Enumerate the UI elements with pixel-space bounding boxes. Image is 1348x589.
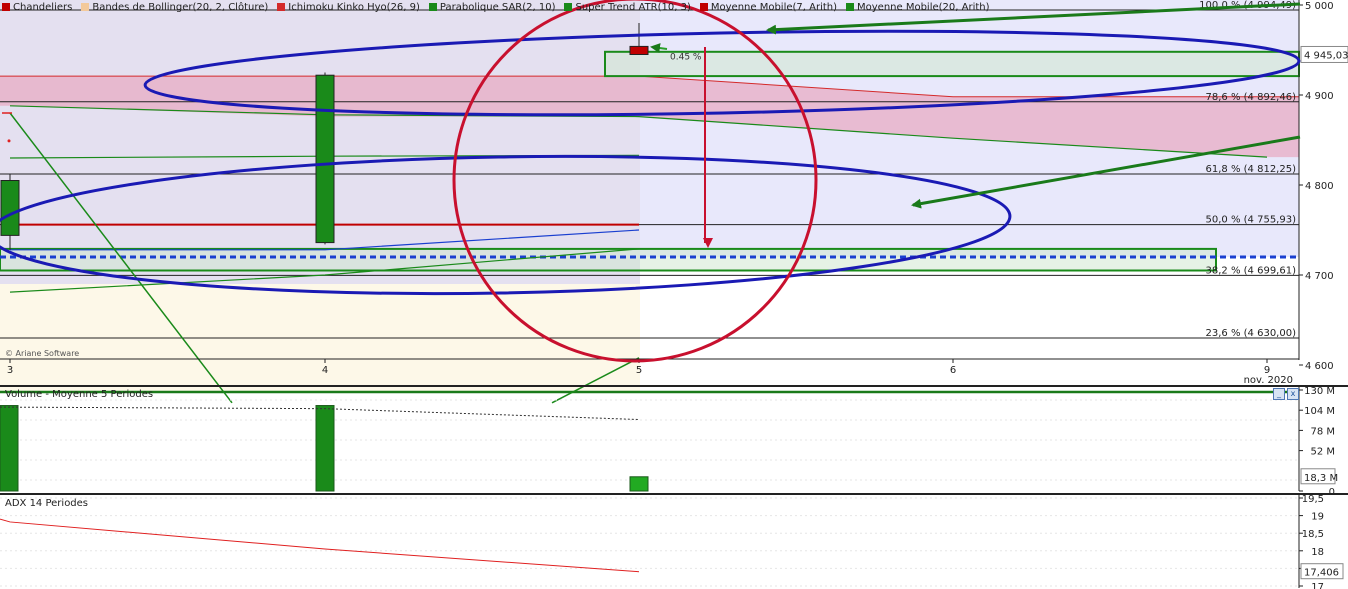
fibonacci-label: 23,6 % (4 630,00) [1206,328,1297,339]
change-label: 0.45 % [670,53,702,63]
fibonacci-label: 38,2 % (4 699,61) [1206,265,1297,276]
legend-swatch [699,3,708,11]
volume-pane: 0 52 M 78 M 104 M 130 M 18,3 M [0,385,1348,498]
y-tick-label: 19,5 [1302,494,1324,505]
green-zone [604,50,1300,78]
candle-body [0,180,20,236]
x-tick-label: 5 [636,365,642,376]
current-volume-label: 18,3 M [1304,473,1338,484]
y-tick-label: 52 M [1310,447,1335,458]
y-tick-label: 18,5 [1302,529,1324,540]
legend-item[interactable]: Super Trend ATR(10, 3) [564,1,691,13]
sar-dot [7,139,11,143]
legend-swatch [564,3,573,11]
fibonacci-label: 61,8 % (4 812,25) [1206,164,1297,175]
legend-item[interactable]: Moyenne Mobile(7, Arith) [699,1,838,13]
legend-swatch [428,3,437,11]
adx-pane-title: ADX 14 Periodes [5,498,89,509]
y-tick-label: 17 [1311,582,1324,589]
y-tick-label: 5 000 [1305,1,1334,12]
close-pane-button[interactable]: x [1287,388,1299,400]
legend-item[interactable]: Parabolique SAR(2, 10) [428,1,556,13]
adx-pane: 17 18 18,5 19 19,5 17,406 [0,493,1348,589]
y-tick-label: 130 M [1304,386,1335,397]
y-tick-label: 0 [1329,487,1335,498]
legend-item[interactable]: Moyenne Mobile(20, Arith) [846,1,990,13]
legend-label: Moyenne Mobile(20, Arith) [857,1,990,13]
volume-pane-title: Volume - Moyenne 5 Periodes [5,389,154,400]
y-tick-label: 4 900 [1305,91,1334,102]
legend-swatch [846,3,855,11]
copyright-text: © Ariane Software [5,349,80,358]
fibonacci-label: 50,0 % (4 755,93) [1206,215,1297,226]
y-tick-label: 4 800 [1305,181,1334,192]
x-tick-label: 6 [950,365,956,376]
fibonacci-label: 78,6 % (4 892,46) [1206,92,1297,103]
x-tick-label: 3 [7,365,13,376]
legend-label: Ichimoku Kinko Hyo(26, 9) [288,1,420,13]
candle-body [315,74,335,244]
legend-swatch [81,3,90,11]
chart-window: 100,0 % (4 994,49)78,6 % (4 892,46)61,8 … [0,0,1348,589]
y-tick-label: 4 700 [1305,271,1334,282]
legend-item[interactable]: Chandeliers [2,1,72,13]
legend-label: Parabolique SAR(2, 10) [439,1,556,13]
y-tick-label: 104 M [1304,406,1335,417]
volume-bar [629,476,649,492]
indicator-legend: Chandeliers Bandes de Bollinger(20, 2, Cl… [2,1,990,13]
legend-swatch [2,3,10,11]
y-tick-label: 4 600 [1305,361,1334,372]
x-period-label: nov. 2020 [1244,375,1293,386]
legend-label: Moyenne Mobile(7, Arith) [710,1,838,13]
legend-label: Chandeliers [13,1,73,13]
y-tick-label: 19 [1311,512,1324,523]
y-tick-label: 18 [1311,547,1324,558]
legend-item[interactable]: Bandes de Bollinger(20, 2, Clôture) [81,1,268,13]
green-zone [0,247,1217,272]
current-price-label: 4 945,03 [1304,50,1348,61]
current-adx-label: 17,406 [1304,568,1339,579]
legend-label: Bandes de Bollinger(20, 2, Clôture) [92,1,269,13]
x-tick-label: 4 [322,365,328,376]
y-tick-label: 78 M [1310,426,1335,437]
legend-swatch [277,3,286,11]
volume-bar [315,405,335,492]
legend-label: Super Trend ATR(10, 3) [575,1,691,13]
price-pane: 100,0 % (4 994,49)78,6 % (4 892,46)61,8 … [0,0,1348,404]
legend-item[interactable]: Ichimoku Kinko Hyo(26, 9) [277,1,420,13]
candle-body [629,45,649,56]
chart-canvas[interactable]: 100,0 % (4 994,49)78,6 % (4 892,46)61,8 … [0,0,1348,589]
adx-line [0,518,640,573]
minimize-pane-button[interactable]: _ [1273,388,1285,400]
volume-bar [0,405,19,492]
